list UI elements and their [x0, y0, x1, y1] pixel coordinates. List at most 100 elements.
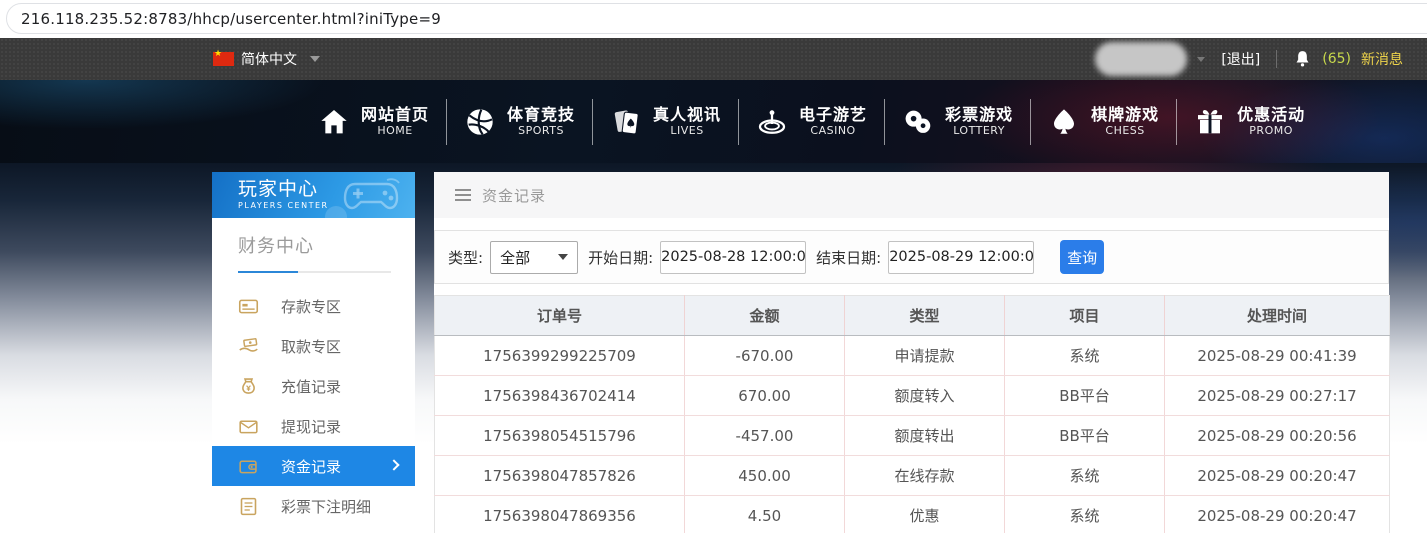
url-field[interactable]: 216.118.235.52:8783/hhcp/usercenter.html…: [6, 3, 1427, 34]
nav-label-zh: 棋牌游戏: [1091, 105, 1159, 124]
nav-label-zh: 体育竞技: [507, 105, 575, 124]
nav-item-chess[interactable]: 棋牌游戏 CHESS: [1048, 105, 1159, 138]
browser-url-bar: 216.118.235.52:8783/hhcp/usercenter.html…: [0, 0, 1427, 38]
order-no-cell: 1756398054515796: [435, 416, 685, 456]
amount-cell: 670.00: [685, 376, 845, 416]
nav-divider: [446, 99, 447, 145]
project-cell: 系统: [1005, 336, 1165, 376]
project-cell: BB平台: [1005, 416, 1165, 456]
nav-label-zh: 网站首页: [361, 105, 429, 124]
divider: [1276, 50, 1277, 68]
sidebar-header: 玩家中心 PLAYERS CENTER: [212, 172, 415, 218]
table-header-row: 订单号 金额 类型 项目 处理时间: [435, 296, 1390, 336]
nav-label-zh: 真人视讯: [653, 105, 721, 124]
col-header-type: 类型: [845, 296, 1005, 336]
new-messages-link[interactable]: 新消息: [1361, 49, 1403, 69]
nav-item-lives[interactable]: 真人视讯 LIVES: [610, 105, 721, 138]
hand-money-icon: [238, 336, 259, 357]
table-row: 1756398054515796 -457.00 额度转出 BB平台 2025-…: [435, 416, 1390, 456]
amount-cell: 450.00: [685, 456, 845, 496]
end-date-input[interactable]: [888, 241, 1034, 274]
nav-item-sports[interactable]: 体育竞技 SPORTS: [464, 105, 575, 138]
start-date-input[interactable]: [660, 241, 806, 274]
nav-label-en: HOME: [361, 124, 429, 138]
nav-label-zh: 电子游艺: [799, 105, 867, 124]
nav-label-zh: 优惠活动: [1237, 105, 1305, 124]
sidebar-section: 财务中心: [212, 218, 415, 273]
username-redacted: [1095, 42, 1187, 76]
page-title: 资金记录: [482, 185, 546, 206]
nav-divider: [1176, 99, 1177, 145]
wallet-icon: [238, 456, 259, 477]
search-button[interactable]: 查询: [1060, 240, 1104, 274]
type-cell: 额度转出: [845, 416, 1005, 456]
nav-label-zh: 彩票游戏: [945, 105, 1013, 124]
screen: 216.118.235.52:8783/hhcp/usercenter.html…: [0, 0, 1427, 533]
time-cell: 2025-08-29 00:20:47: [1165, 456, 1390, 496]
sidebar-item-withdrawal-records[interactable]: 提现记录: [212, 406, 415, 446]
sidebar-menu: 存款专区 取款专区 充值记录: [212, 286, 415, 533]
bell-icon[interactable]: [1293, 49, 1312, 69]
nav-label-en: LOTTERY: [945, 124, 1013, 138]
user-menu-caret-icon[interactable]: [1197, 57, 1205, 62]
order-no-cell: 1756398047869356: [435, 496, 685, 533]
nav-label-en: LIVES: [653, 124, 721, 138]
url-text: 216.118.235.52:8783/hhcp/usercenter.html…: [21, 10, 441, 28]
col-header-amount: 金额: [685, 296, 845, 336]
nav-divider: [1030, 99, 1031, 145]
time-cell: 2025-08-29 00:20:56: [1165, 416, 1390, 456]
project-cell: BB平台: [1005, 376, 1165, 416]
nav-item-lottery[interactable]: 彩票游戏 LOTTERY: [902, 105, 1013, 138]
nav-item-promo[interactable]: 优惠活动 PROMO: [1194, 105, 1305, 138]
sidebar-item-label: 充值记录: [281, 376, 341, 397]
sidebar-item-label: 彩票下注明细: [281, 496, 371, 517]
lottery-balls-icon: [902, 106, 934, 138]
sidebar-item-funds-records[interactable]: 资金记录: [212, 446, 415, 486]
filter-panel: 类型: 全部 开始日期: 结束日期: 查询: [434, 230, 1389, 284]
china-flag-icon: ★: [213, 52, 234, 66]
hamburger-icon[interactable]: [455, 189, 471, 201]
col-header-order-no: 订单号: [435, 296, 685, 336]
funds-records-table: 订单号 金额 类型 项目 处理时间 1756399299225709 -670.…: [434, 295, 1390, 533]
nav-divider: [884, 99, 885, 145]
nav-divider: [592, 99, 593, 145]
type-cell: 额度转入: [845, 376, 1005, 416]
deposit-card-icon: [238, 296, 259, 317]
time-cell: 2025-08-29 00:41:39: [1165, 336, 1390, 376]
order-no-cell: 1756399299225709: [435, 336, 685, 376]
sidebar-item-deposit-zone[interactable]: 存款专区: [212, 286, 415, 326]
amount-cell: 4.50: [685, 496, 845, 533]
language-selector[interactable]: ★ 简体中文: [213, 38, 320, 80]
message-count[interactable]: (65): [1322, 51, 1351, 67]
sidebar-item-label: 资金记录: [281, 456, 341, 477]
sidebar-item-hall-bet-records[interactable]: 厅馆投注记录: [212, 526, 415, 533]
type-cell: 优惠: [845, 496, 1005, 533]
nav-label-en: CASINO: [799, 124, 867, 138]
project-cell: 系统: [1005, 496, 1165, 533]
nav-label-en: SPORTS: [507, 124, 575, 138]
logout-link[interactable]: [退出]: [1221, 49, 1260, 69]
nav-item-home[interactable]: 网站首页 HOME: [318, 105, 429, 138]
amount-cell: -457.00: [685, 416, 845, 456]
sidebar-item-lottery-bet-details[interactable]: 彩票下注明细: [212, 486, 415, 526]
type-select[interactable]: 全部: [490, 241, 578, 274]
start-date-label: 开始日期:: [588, 247, 653, 268]
sidebar-item-withdraw-zone[interactable]: 取款专区: [212, 326, 415, 366]
home-icon: [318, 106, 350, 138]
nav-label-en: CHESS: [1091, 124, 1159, 138]
nav-label-en: PROMO: [1237, 124, 1305, 138]
language-label: 简体中文: [241, 49, 297, 69]
type-cell: 在线存款: [845, 456, 1005, 496]
type-cell: 申请提款: [845, 336, 1005, 376]
nav-item-casino[interactable]: 电子游艺 CASINO: [756, 105, 867, 138]
money-bag-icon: [238, 376, 259, 397]
section-title: 财务中心: [238, 232, 391, 258]
chevron-right-icon: [388, 459, 399, 470]
table-row: 1756399299225709 -670.00 申请提款 系统 2025-08…: [435, 336, 1390, 376]
gift-icon: [1194, 106, 1226, 138]
type-select-value: 全部: [500, 247, 530, 268]
sidebar: 玩家中心 PLAYERS CENTER 财务中心: [212, 172, 415, 533]
sidebar-item-recharge-records[interactable]: 充值记录: [212, 366, 415, 406]
table-row: 1756398047857826 450.00 在线存款 系统 2025-08-…: [435, 456, 1390, 496]
amount-cell: -670.00: [685, 336, 845, 376]
